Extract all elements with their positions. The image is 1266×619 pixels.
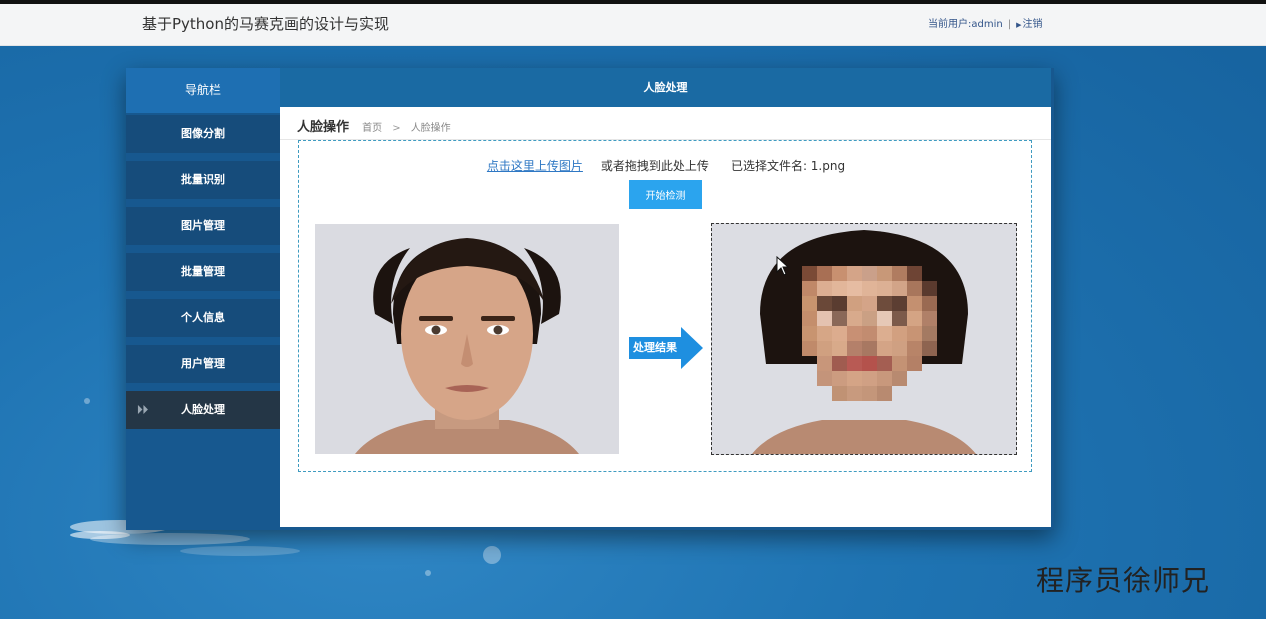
content-area: 人脸操作 首页 > 人脸操作 点击这里上传图片 或者拖拽到此处上传 已选择文件名: … [280,107,1051,527]
background-bubble [84,398,90,404]
upload-line: 点击这里上传图片 或者拖拽到此处上传 已选择文件名: 1.png [299,157,1033,174]
sidebar-item-batch-management[interactable]: 批量管理 [126,253,280,291]
sidebar-item-label: 个人信息 [181,311,225,324]
sidebar-item-image-segmentation[interactable]: 图像分割 [126,115,280,153]
process-result-label: 处理结果 [633,341,677,354]
mouse-cursor-icon [776,256,790,276]
sidebar-item-batch-recognition[interactable]: 批量识别 [126,161,280,199]
arrow-right-icon: 处理结果 [629,327,704,369]
sidebar-item-user-management[interactable]: 用户管理 [126,345,280,383]
breadcrumb-current: 人脸操作 [410,123,451,134]
sidebar-item-image-management[interactable]: 图片管理 [126,207,280,245]
upload-dropzone[interactable]: 点击这里上传图片 或者拖拽到此处上传 已选择文件名: 1.png 开始检测 处理… [298,140,1032,472]
main-panel: 导航栏 图像分割 批量识别 图片管理 批量管理 个人信息 用户管理 ⏵⏵ 人脸处理… [126,68,1054,530]
sidebar: 导航栏 图像分割 批量识别 图片管理 批量管理 个人信息 用户管理 ⏵⏵ 人脸处理 [126,68,280,530]
upload-link[interactable]: 点击这里上传图片 [487,159,583,173]
page-title: 人脸操作 [297,120,350,135]
result-image [711,223,1017,455]
sidebar-item-label: 批量识别 [181,173,225,186]
app-title: 基于Python的马赛克画的设计与实现 [142,15,389,33]
current-user: 当前用户:admin [928,19,1003,30]
breadcrumb-separator: > [392,123,401,134]
breadcrumb: 人脸操作 首页 > 人脸操作 [297,116,451,135]
sidebar-item-personal-info[interactable]: 个人信息 [126,299,280,337]
file-name: 1.png [810,159,846,173]
sidebar-nav: 图像分割 批量识别 图片管理 批量管理 个人信息 用户管理 ⏵⏵ 人脸处理 [126,113,280,429]
logout-link[interactable]: 注销 [1022,19,1042,30]
play-icon: ⏵⏵ [137,403,148,416]
user-area: 当前用户:admin | ▶注销 [928,15,1042,30]
sidebar-item-label: 批量管理 [181,265,225,278]
sidebar-item-label: 用户管理 [181,357,225,370]
main-header: 人脸处理 [280,68,1051,107]
file-label: 已选择文件名: [730,159,811,173]
sidebar-title: 导航栏 [126,68,280,113]
start-detection-button[interactable]: 开始检测 [629,180,702,209]
sidebar-item-face-processing[interactable]: ⏵⏵ 人脸处理 [126,391,280,429]
watermark: 程序员徐师兄 [1036,564,1211,597]
user-separator: | [1007,19,1012,30]
app-header: 基于Python的马赛克画的设计与实现 当前用户:admin | ▶注销 [0,4,1266,46]
original-image [315,224,619,454]
drag-hint: 或者拖拽到此处上传 [600,159,709,173]
main-area: 人脸处理 人脸操作 首页 > 人脸操作 点击这里上传图片 或者拖拽到此处上传 已选择… [280,68,1051,527]
background-bubble [483,546,501,564]
sidebar-item-label: 人脸处理 [181,403,225,416]
sidebar-item-label: 图像分割 [181,127,225,140]
sidebar-item-label: 图片管理 [181,219,225,232]
breadcrumb-home[interactable]: 首页 [362,123,382,134]
background-bubble [425,570,431,576]
logout-arrow-icon: ▶ [1016,21,1022,29]
